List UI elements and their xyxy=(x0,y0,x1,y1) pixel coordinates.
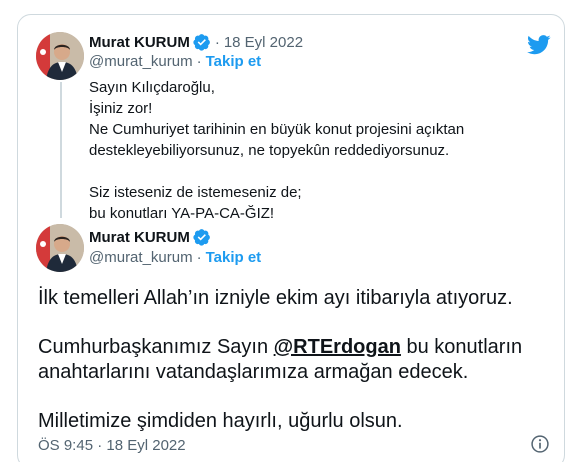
avatar[interactable] xyxy=(36,32,84,80)
tweet-line: destekleyebiliyorsunuz, ne topyekûn redd… xyxy=(89,142,450,159)
verified-badge-icon xyxy=(193,34,210,51)
info-icon[interactable] xyxy=(530,434,550,454)
main-author-row: Murat KURUM xyxy=(89,228,211,246)
tweet-text-segment: Cumhurbaşkanımız Sayın xyxy=(38,336,274,358)
author-handle[interactable]: @murat_kurum xyxy=(89,249,193,266)
follow-button[interactable]: Takip et xyxy=(206,249,262,266)
twitter-bird-icon[interactable] xyxy=(527,35,551,55)
mention-link[interactable]: @RTErdogan xyxy=(274,336,401,358)
tweet-paragraph: Cumhurbaşkanımız Sayın @RTErdogan bu kon… xyxy=(38,335,543,385)
thread-connector-line xyxy=(60,82,62,218)
follow-button[interactable]: Takip et xyxy=(206,53,262,70)
tweet-line: bu konutları YA-PA-CA-ĞIZ! xyxy=(89,205,275,222)
author-name[interactable]: Murat KURUM xyxy=(89,34,190,51)
tweet-timestamp[interactable]: ÖS 9:45 · 18 Eyl 2022 xyxy=(38,437,186,454)
tweet-line: Siz isteseniz de istemeseniz de; xyxy=(89,184,302,201)
tweet-line: Ne Cumhuriyet tarihinin en büyük konut p… xyxy=(89,121,465,138)
quoted-tweet-text: Sayın Kılıçdaroğlu, İşiniz zor! Ne Cumhu… xyxy=(89,77,539,224)
main-handle-row: @murat_kurum · Takip et xyxy=(89,249,261,266)
tweet-date[interactable]: 18 Eyl 2022 xyxy=(224,34,303,51)
author-handle[interactable]: @murat_kurum xyxy=(89,53,193,70)
tweet-line: İşiniz zor! xyxy=(89,100,153,117)
verified-badge-icon xyxy=(193,229,210,246)
separator: · xyxy=(196,53,202,70)
separator: · xyxy=(196,249,202,266)
tweet-paragraph: İlk temelleri Allah’ın izniyle ekim ayı … xyxy=(38,287,513,309)
avatar[interactable] xyxy=(36,224,84,272)
avatar-photo xyxy=(36,32,84,80)
avatar-photo xyxy=(36,224,84,272)
tweet-line xyxy=(89,161,539,182)
separator: · xyxy=(214,33,220,51)
quoted-author-row: Murat KURUM · 18 Eyl 2022 xyxy=(89,33,303,51)
main-tweet-text: İlk temelleri Allah’ın izniyle ekim ayı … xyxy=(38,286,543,458)
quoted-handle-row: @murat_kurum · Takip et xyxy=(89,53,261,70)
author-name[interactable]: Murat KURUM xyxy=(89,229,190,246)
tweet-line: Sayın Kılıçdaroğlu, xyxy=(89,79,215,96)
tweet-paragraph: Milletimize şimdiden hayırlı, uğurlu ols… xyxy=(38,410,403,432)
